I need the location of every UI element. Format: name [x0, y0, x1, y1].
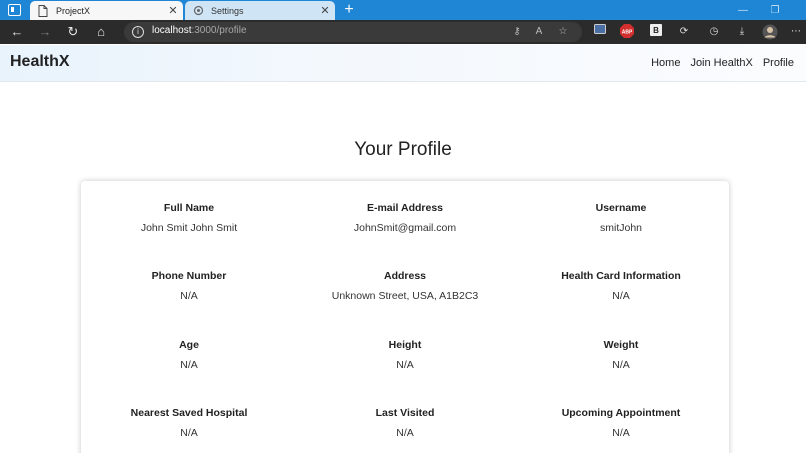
field-weight: Weight N/A	[513, 339, 729, 371]
gear-icon	[193, 5, 204, 17]
field-height: Height N/A	[297, 339, 513, 371]
field-value: N/A	[180, 359, 198, 371]
field-label: E-mail Address	[366, 202, 444, 214]
field-nearest-hospital: Nearest Saved Hospital N/A	[81, 407, 297, 439]
nav-link-profile[interactable]: Profile	[763, 57, 794, 69]
field-value: JohnSmit@gmail.com	[353, 222, 457, 234]
history-icon[interactable]: ◷	[706, 24, 722, 40]
field-label: Address	[383, 270, 426, 282]
field-label: Weight	[603, 339, 639, 351]
field-value: N/A	[396, 359, 414, 371]
field-phone: Phone Number N/A	[81, 270, 297, 302]
svg-text:B: B	[653, 26, 659, 35]
field-label: Upcoming Appointment	[561, 407, 681, 419]
info-icon[interactable]: i	[132, 26, 144, 38]
avatar[interactable]	[762, 24, 778, 40]
field-value: N/A	[612, 359, 630, 371]
refresh-icon[interactable]: ↻	[64, 23, 82, 41]
field-value: N/A	[612, 290, 630, 302]
field-value: Unknown Street, USA, A1B2C3	[331, 290, 479, 302]
key-icon[interactable]: ⚷	[510, 25, 524, 39]
close-icon[interactable]: ✕	[165, 4, 181, 17]
field-value: N/A	[612, 427, 630, 439]
maximize-icon[interactable]: ❐	[760, 0, 790, 20]
page-title: Your Profile	[354, 139, 452, 160]
field-value: N/A	[180, 427, 198, 439]
field-value: N/A	[180, 290, 198, 302]
field-value: smitJohn	[599, 222, 642, 234]
extension-card-icon[interactable]	[592, 24, 608, 40]
field-age: Age N/A	[81, 339, 297, 371]
back-icon[interactable]: ←	[8, 23, 26, 41]
nav-link-join[interactable]: Join HealthX	[690, 57, 752, 69]
browser-tabstrip: ProjectX ✕ Settings ✕ + — ❐	[0, 0, 806, 20]
field-address: Address Unknown Street, USA, A1B2C3	[297, 270, 513, 302]
profile-card: Full Name John Smit John Smit E-mail Add…	[81, 181, 729, 453]
field-email: E-mail Address JohnSmit@gmail.com	[297, 202, 513, 234]
field-full-name: Full Name John Smit John Smit	[81, 202, 297, 234]
adblock-icon[interactable]: ABP	[619, 24, 635, 40]
field-upcoming-appointment: Upcoming Appointment N/A	[513, 407, 729, 439]
forward-icon[interactable]: →	[36, 23, 54, 41]
read-aloud-icon[interactable]: A	[532, 25, 546, 39]
field-label: Health Card Information	[561, 270, 681, 282]
field-health-card: Health Card Information N/A	[513, 270, 729, 302]
svg-text:ABP: ABP	[622, 30, 633, 36]
tab-label: ProjectX	[56, 5, 91, 16]
home-icon[interactable]: ⌂	[92, 23, 110, 41]
new-tab-button[interactable]: +	[340, 1, 358, 19]
field-username: Username smitJohn	[513, 202, 729, 234]
address-bar[interactable]: i localhost:3000/profile ⚷ A ☆	[124, 22, 582, 42]
download-icon[interactable]: ⤓	[734, 24, 750, 40]
field-value: N/A	[396, 427, 414, 439]
brand-logo[interactable]: HealthX	[10, 53, 70, 71]
nav-links: Home Join HealthX Profile	[651, 57, 794, 69]
extensions-icon[interactable]: ⟳	[676, 24, 692, 40]
field-label: Username	[595, 202, 647, 214]
extension-b-icon[interactable]: B	[648, 24, 664, 40]
nav-link-home[interactable]: Home	[651, 57, 680, 69]
tab-projectx[interactable]: ProjectX ✕	[30, 1, 183, 20]
page-icon	[38, 4, 48, 17]
favorite-add-icon[interactable]: ☆	[556, 25, 570, 39]
field-value: John Smit John Smit	[140, 222, 238, 234]
field-label: Nearest Saved Hospital	[130, 407, 248, 419]
field-label: Age	[179, 339, 199, 351]
tab-label: Settings	[211, 5, 244, 16]
tab-settings[interactable]: Settings ✕	[185, 1, 335, 20]
close-icon[interactable]: ✕	[317, 4, 333, 17]
more-options-icon[interactable]: ⋯	[788, 24, 804, 40]
field-label: Phone Number	[151, 270, 227, 282]
field-label: Full Name	[163, 202, 215, 214]
site-navbar: HealthX Home Join HealthX Profile	[0, 45, 806, 82]
url-text[interactable]: localhost:3000/profile	[152, 25, 247, 36]
field-last-visited: Last Visited N/A	[297, 407, 513, 439]
browser-toolbar: ← → ↻ ⌂ i localhost:3000/profile ⚷ A ☆ A…	[0, 20, 806, 44]
field-label: Last Visited	[375, 407, 435, 419]
field-label: Height	[388, 339, 422, 351]
tab-actions-icon[interactable]	[8, 4, 21, 16]
minimize-icon[interactable]: —	[728, 0, 758, 20]
